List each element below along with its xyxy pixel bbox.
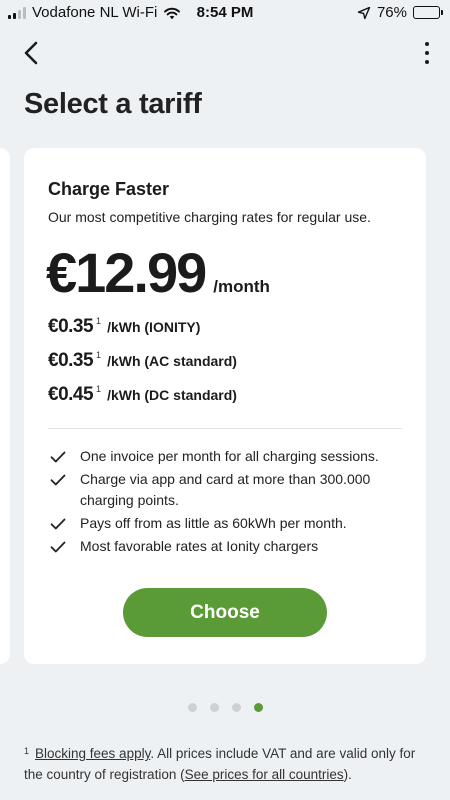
rate-row: €0.45 1 /kWh (DC standard) (48, 384, 237, 406)
footnote-text-end: ). (343, 767, 352, 782)
pagination-dots (0, 703, 450, 712)
feature-text: Charge via app and card at more than 300… (80, 471, 371, 508)
pagination-dot[interactable] (209, 703, 219, 712)
feature-list[interactable]: One invoice per month for all charging s… (48, 446, 398, 560)
rate-price: €0.35 (48, 350, 94, 371)
pagination-dot-active[interactable] (253, 703, 263, 712)
checkmark-icon (50, 536, 70, 557)
location-arrow-icon (357, 6, 371, 19)
page-title: Select a tariff (24, 88, 202, 120)
feature-text: Most favorable rates at Ionity chargers (80, 538, 319, 554)
status-bar: Vodafone NL Wi-Fi 8:54 PM 76% (0, 0, 450, 26)
more-options-button[interactable] (420, 38, 434, 68)
more-vertical-icon-dot (425, 51, 429, 55)
plan-name: Charge Faster (48, 179, 170, 199)
blocking-fees-link[interactable]: Blocking fees apply (35, 746, 150, 761)
status-bar-right: 76% (357, 4, 443, 21)
monthly-price: €12.99 /month (46, 240, 270, 305)
previous-tariff-card[interactable] (0, 148, 10, 664)
battery-icon (413, 6, 443, 19)
pagination-dot[interactable] (231, 703, 241, 712)
footnote-marker: 1 (96, 384, 102, 394)
pagination-dot[interactable] (187, 703, 197, 712)
price-amount: €12.99 (46, 241, 207, 304)
footnote: 1 Blocking fees apply. All prices include… (24, 743, 424, 785)
price-unit: /month (213, 277, 270, 296)
checkmark-icon (50, 513, 70, 534)
footnote-marker: 1 (24, 746, 30, 756)
rate-price: €0.45 (48, 384, 94, 405)
rate-row: €0.35 1 /kWh (AC standard) (48, 350, 237, 372)
rate-price: €0.35 (48, 316, 94, 337)
tariff-card: Charge Faster Our most competitive charg… (24, 148, 426, 664)
back-button[interactable] (18, 38, 44, 68)
rate-label: /kWh (DC standard) (107, 387, 237, 403)
feature-text: Pays off from as little as 60kWh per mon… (80, 515, 347, 531)
divider (48, 428, 402, 429)
footnote-marker: 1 (96, 316, 102, 326)
battery-percent: 76% (376, 4, 407, 21)
footnote-marker: 1 (96, 350, 102, 360)
chevron-left-icon (24, 41, 38, 65)
rate-row: €0.35 1 /kWh (IONITY) (48, 316, 200, 338)
rate-label: /kWh (AC standard) (107, 353, 237, 369)
plan-description: Our most competitive charging rates for … (48, 209, 371, 225)
checkmark-icon (50, 446, 70, 467)
feature-item: Most favorable rates at Ionity chargers (48, 536, 398, 557)
feature-item: Charge via app and card at more than 300… (48, 469, 398, 511)
rate-label: /kWh (IONITY) (107, 319, 201, 335)
more-vertical-icon-dot (425, 60, 429, 64)
feature-item: Pays off from as little as 60kWh per mon… (48, 513, 398, 534)
more-vertical-icon (425, 42, 429, 46)
choose-button[interactable]: Choose (123, 588, 327, 637)
feature-text: One invoice per month for all charging s… (80, 448, 379, 464)
feature-item: One invoice per month for all charging s… (48, 446, 398, 467)
see-prices-link[interactable]: See prices for all countries (185, 767, 344, 782)
checkmark-icon (50, 469, 70, 490)
